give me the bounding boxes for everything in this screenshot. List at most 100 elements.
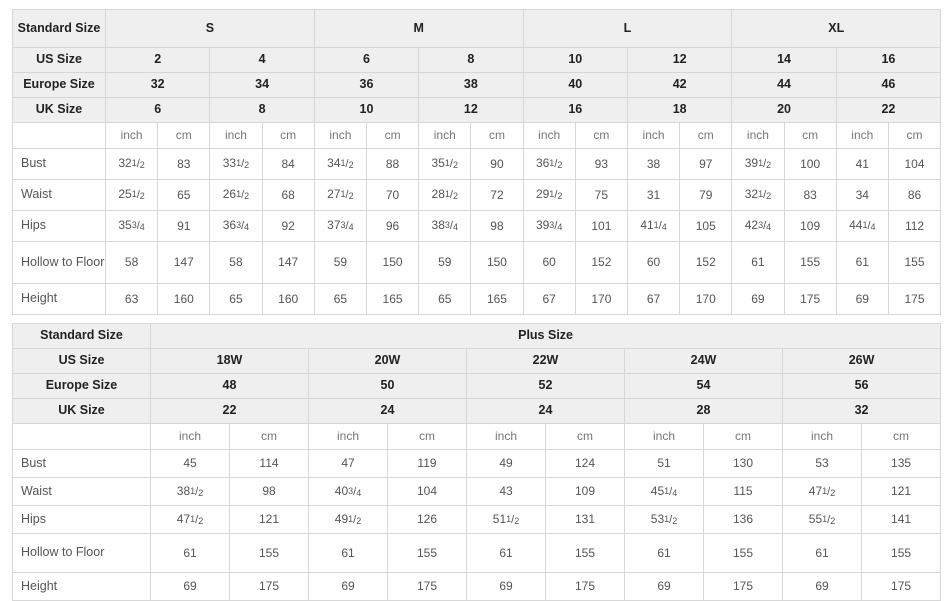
europe-size-value: 36 xyxy=(313,72,420,98)
measurement-value: 91 xyxy=(157,210,211,242)
europe-size-label: Europe Size xyxy=(12,72,106,98)
plus-measurement-value: 551/2 xyxy=(782,505,862,534)
measurement-value: 75 xyxy=(574,179,628,211)
unit-header-inch: inch xyxy=(835,122,889,149)
measurement-value: 65 xyxy=(157,179,211,211)
fraction-value: 251/2 xyxy=(118,187,145,202)
measurement-value: 100 xyxy=(783,148,837,180)
plus-measurement-row: Height 69 175 69 175 69 175 69 175 69 175 xyxy=(12,572,942,601)
plus-measurement-value: 121 xyxy=(860,477,942,506)
measurement-value: 175 xyxy=(887,283,942,315)
measurement-value: 147 xyxy=(261,241,315,284)
fraction-value: 511/2 xyxy=(492,511,520,526)
plus-measurement-value: 53 xyxy=(782,449,862,478)
plus-measurement-value: 451/4 xyxy=(624,477,704,506)
plus-measurement-value: 155 xyxy=(387,533,467,573)
unit-header-cm: cm xyxy=(679,122,733,149)
standard-unit-row: inch cm inch cm inch cm inch cm inch cm inch cm inch… xyxy=(12,122,942,149)
fraction-value: 281/2 xyxy=(431,187,458,202)
measurement-value: 58 xyxy=(104,241,159,284)
measurement-value: 321/2 xyxy=(731,179,785,211)
measurement-value: 83 xyxy=(157,148,211,180)
plus-measurement-value: 491/2 xyxy=(308,505,388,534)
plus-measurement-value: 49 xyxy=(466,449,546,478)
measurement-label: Height xyxy=(12,283,106,315)
measurement-value: 165 xyxy=(365,283,420,315)
measurement-value: 59 xyxy=(313,241,367,284)
plus-measurement-value: 126 xyxy=(387,505,467,534)
plus-measurement-row: Hips 471/2 121 491/2 126 511/2 131 531/2 136 551/… xyxy=(12,505,942,534)
measurement-value: 150 xyxy=(470,241,524,284)
measurement-value: 363/4 xyxy=(209,210,263,242)
measurement-value: 441/4 xyxy=(835,210,889,242)
measurement-value: 170 xyxy=(574,283,628,315)
plus-measurement-value: 135 xyxy=(860,449,942,478)
fraction-value: 291/2 xyxy=(535,187,563,202)
standard-size-corner-label: Standard Size xyxy=(12,9,106,48)
plus-us-size-value: 18W xyxy=(150,348,309,374)
measurement-value: 59 xyxy=(418,241,472,284)
plus-measurement-value: 61 xyxy=(782,533,862,573)
measurement-value: 147 xyxy=(157,241,211,284)
measurement-value: 361/2 xyxy=(522,148,576,180)
plus-unit-header-inch: inch xyxy=(624,423,704,450)
measurement-row: Hips 353/4 91 363/4 92 373/4 96 383/4 98 393/4 101… xyxy=(12,210,942,242)
measurement-value: 341/2 xyxy=(313,148,367,180)
plus-unit-row: inch cm inch cm inch cm inch cm inch cm xyxy=(12,423,942,450)
plus-measurement-value: 155 xyxy=(860,533,942,573)
us-size-value: 4 xyxy=(209,47,315,73)
plus-unit-header-cm: cm xyxy=(229,423,309,450)
plus-size-group-label: Plus Size xyxy=(149,323,942,349)
measurement-value: 70 xyxy=(365,179,420,211)
fraction-value: 351/2 xyxy=(431,156,458,171)
plus-measurement-value: 69 xyxy=(150,572,230,601)
size-group-xl: XL xyxy=(731,9,942,48)
fraction-value: 451/4 xyxy=(650,483,678,498)
measurement-value: 68 xyxy=(261,179,315,211)
measurement-value: 60 xyxy=(522,241,576,284)
measurement-value: 281/2 xyxy=(418,179,472,211)
unit-header-inch: inch xyxy=(104,122,159,149)
measurement-value: 112 xyxy=(887,210,942,242)
fraction-value: 471/2 xyxy=(808,483,836,498)
plus-measurement-value: 155 xyxy=(545,533,625,573)
fraction-value: 383/4 xyxy=(431,218,458,233)
unit-header-cm: cm xyxy=(157,122,211,149)
plus-measurement-label: Bust xyxy=(12,449,151,478)
measurement-value: 90 xyxy=(470,148,524,180)
unit-header-cm: cm xyxy=(261,122,315,149)
measurement-value: 41 xyxy=(835,148,889,180)
plus-unit-header-inch: inch xyxy=(466,423,546,450)
measurement-value: 65 xyxy=(313,283,367,315)
fraction-value: 381/2 xyxy=(176,483,204,498)
measurement-value: 155 xyxy=(887,241,942,284)
measurement-value: 261/2 xyxy=(209,179,263,211)
fraction-value: 391/2 xyxy=(744,156,772,171)
fraction-value: 411/4 xyxy=(640,218,667,233)
unit-header-inch: inch xyxy=(313,122,367,149)
plus-us-size-value: 26W xyxy=(781,348,942,374)
size-group-s: S xyxy=(105,9,315,48)
europe-size-value: 32 xyxy=(104,72,211,98)
unit-header-cm: cm xyxy=(887,122,942,149)
plus-measurement-value: 115 xyxy=(703,477,783,506)
plus-us-size-label: US Size xyxy=(12,348,151,374)
plus-measurement-value: 175 xyxy=(545,572,625,601)
plus-measurement-value: 61 xyxy=(308,533,388,573)
plus-unit-header-inch: inch xyxy=(150,423,230,450)
fraction-value: 321/2 xyxy=(744,187,772,202)
plus-measurement-value: 141 xyxy=(860,505,942,534)
unit-row-corner xyxy=(12,122,106,149)
fraction-value: 271/2 xyxy=(327,187,354,202)
plus-measurement-value: 381/2 xyxy=(150,477,230,506)
size-group-l: L xyxy=(522,9,733,48)
standard-group-row: Standard Size S M L XL xyxy=(12,9,942,48)
fraction-value: 531/2 xyxy=(650,511,678,526)
plus-uk-size-value: 24 xyxy=(308,398,467,424)
uk-size-value: 16 xyxy=(522,97,628,123)
measurement-value: 63 xyxy=(104,283,159,315)
plus-measurement-value: 130 xyxy=(703,449,783,478)
plus-unit-header-cm: cm xyxy=(860,423,942,450)
measurement-value: 160 xyxy=(157,283,211,315)
uk-size-label: UK Size xyxy=(12,97,106,123)
